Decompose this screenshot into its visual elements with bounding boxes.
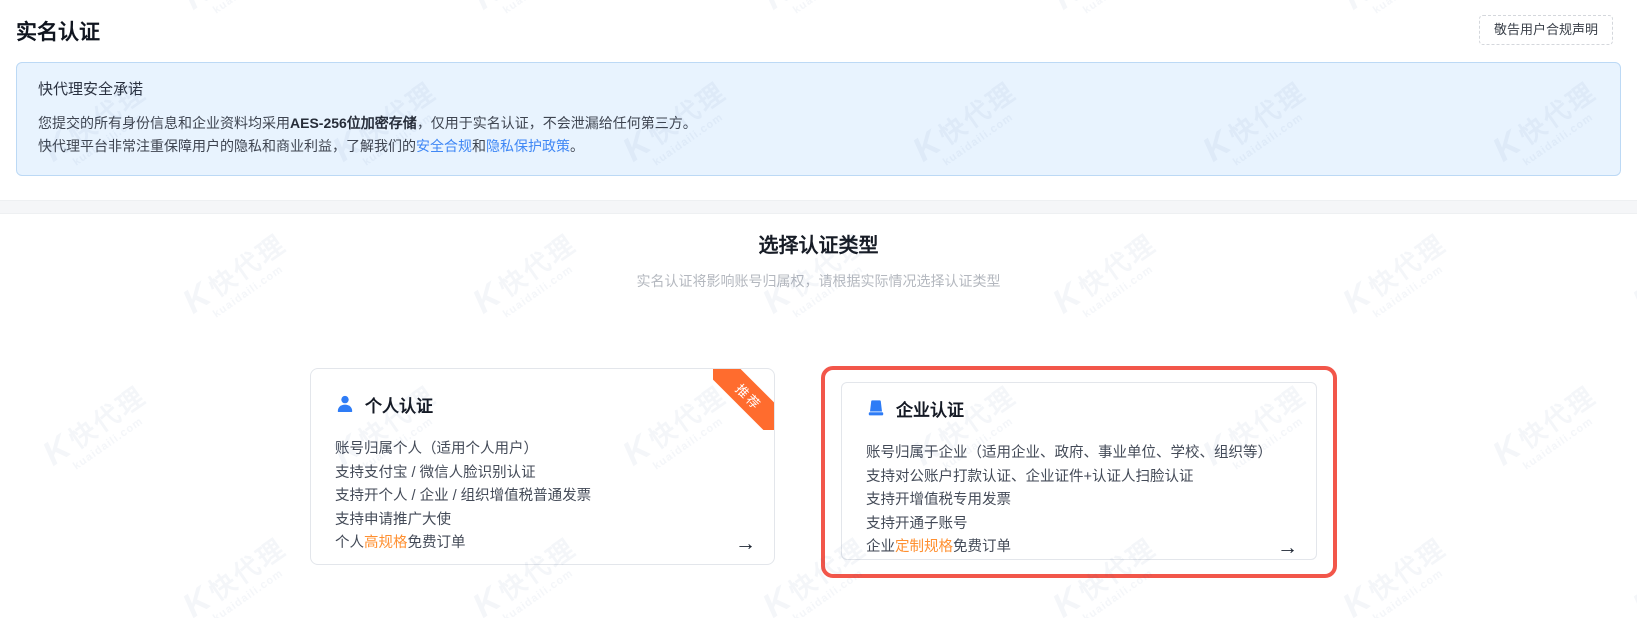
- banner-line1-bold: AES-256位加密存储: [290, 115, 417, 131]
- user-icon: [335, 394, 355, 414]
- free-order-highlight: 定制规格: [895, 539, 953, 555]
- free-order-suffix: 免费订单: [953, 539, 1011, 555]
- free-order-highlight: 高规格: [364, 535, 408, 551]
- free-order-suffix: 免费订单: [407, 535, 466, 551]
- enterprise-auth-card[interactable]: 企业认证 账号归属于企业（适用企业、政府、事业单位、学校、组织等） 支持对公账户…: [841, 382, 1317, 560]
- compliance-statement-button[interactable]: 敬告用户合规声明: [1478, 15, 1613, 45]
- enterprise-feature: 账号归属于企业（适用企业、政府、事业单位、学校、组织等）: [866, 445, 1272, 461]
- privacy-policy-link[interactable]: 隐私保护政策: [486, 138, 570, 154]
- personal-auth-card[interactable]: 推荐 个人认证 账号归属个人（适用个人用户） 支持支付宝 / 微信人脸识别认证 …: [310, 368, 775, 565]
- personal-feature: 账号归属个人（适用个人用户）: [335, 441, 538, 457]
- banner-line1-prefix: 您提交的所有身份信息和企业资料均采用: [38, 115, 290, 131]
- enterprise-feature: 支持开增值税专用发票: [866, 492, 1011, 508]
- enterprise-free-order-line: 企业定制规格免费订单 →: [866, 536, 1298, 560]
- enterprise-card-title: 企业认证: [896, 400, 964, 420]
- real-name-auth-page: 实名认证 敬告用户合规声明 快代理安全承诺 您提交的所有身份信息和企业资料均采用…: [0, 0, 1637, 618]
- security-compliance-link[interactable]: 安全合规: [416, 138, 472, 154]
- banner-title: 快代理安全承诺: [38, 81, 144, 98]
- banner-line2-suffix: 。: [570, 138, 584, 154]
- enterprise-selection-outline: 企业认证 账号归属于企业（适用企业、政府、事业单位、学校、组织等） 支持对公账户…: [821, 366, 1337, 578]
- section-divider: [0, 200, 1637, 214]
- enterprise-free-order-text: 企业定制规格免费订单: [866, 536, 1011, 560]
- auth-type-cards: 推荐 个人认证 账号归属个人（适用个人用户） 支持支付宝 / 微信人脸识别认证 …: [310, 366, 1337, 578]
- security-promise-banner: 快代理安全承诺 您提交的所有身份信息和企业资料均采用AES-256位加密存储，仅…: [16, 62, 1621, 176]
- free-order-prefix: 个人: [335, 535, 364, 551]
- personal-feature: 支持申请推广大使: [335, 511, 451, 528]
- banner-line-encryption: 您提交的所有身份信息和企业资料均采用AES-256位加密存储，仅用于实名认证，不…: [38, 112, 1599, 135]
- personal-card-header: 个人认证: [335, 391, 750, 417]
- personal-free-order-line: 个人高规格免费订单 →: [335, 532, 756, 556]
- personal-card-title: 个人认证: [365, 396, 433, 416]
- auth-type-section-title: 选择认证类型: [758, 235, 879, 257]
- banner-line2-conjunction: 和: [472, 138, 486, 154]
- building-icon: [866, 398, 886, 418]
- arrow-right-icon[interactable]: →: [1277, 536, 1298, 559]
- banner-line1-suffix: ，仅用于实名认证，不会泄漏给任何第三方。: [416, 115, 697, 131]
- arrow-right-icon[interactable]: →: [735, 532, 756, 555]
- personal-free-order-text: 个人高规格免费订单: [335, 532, 466, 556]
- auth-type-section-subtitle: 实名认证将影响账号归属权，请根据实际情况选择认证类型: [636, 273, 1001, 289]
- free-order-prefix: 企业: [866, 539, 895, 555]
- page-title: 实名认证: [16, 21, 100, 44]
- personal-feature: 支持支付宝 / 微信人脸识别认证: [335, 464, 536, 481]
- banner-line2-prefix: 快代理平台非常注重保障用户的隐私和商业利益，了解我们的: [38, 138, 416, 154]
- enterprise-feature: 支持对公账户打款认证、企业证件+认证人扫脸认证: [866, 468, 1194, 485]
- enterprise-feature: 支持开通子账号: [866, 515, 968, 532]
- banner-line-privacy: 快代理平台非常注重保障用户的隐私和商业利益，了解我们的安全合规和隐私保护政策。: [38, 135, 1599, 158]
- enterprise-card-header: 企业认证: [866, 395, 1292, 421]
- personal-feature: 支持开个人 / 企业 / 组织增值税普通发票: [335, 488, 592, 504]
